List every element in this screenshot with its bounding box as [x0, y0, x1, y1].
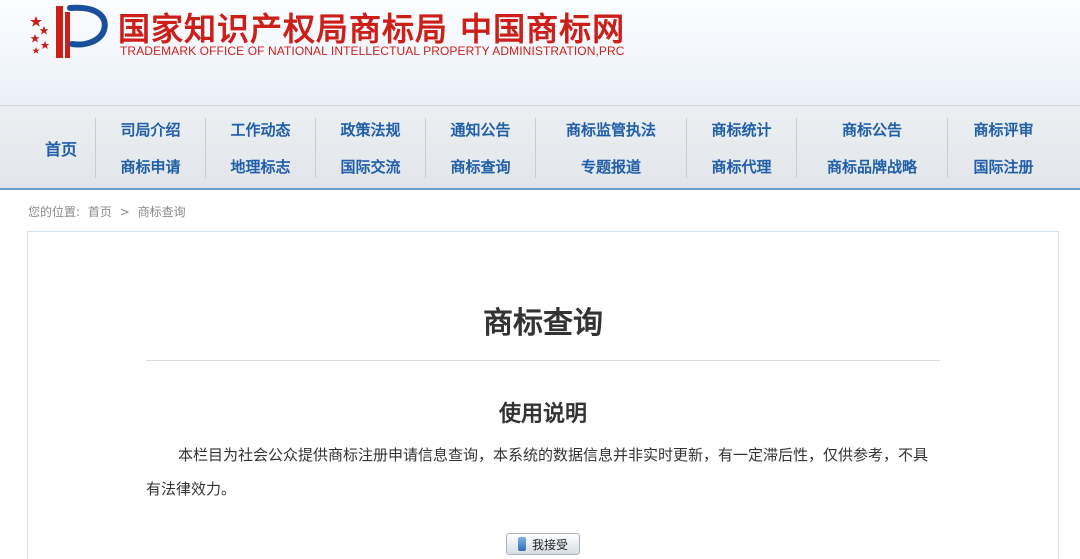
page-title: 商标查询	[483, 306, 603, 341]
nav-column-4: 通知公告 商标查询	[425, 118, 535, 178]
nav-item-international-exchange[interactable]: 国际交流	[340, 155, 400, 178]
site-subtitle: TRADEMARK OFFICE OF NATIONAL INTELLECTUA…	[120, 44, 625, 58]
main-navigation: 首页 司局介绍 商标申请 工作动态 地理标志 政策法规 国际交流 通知公告 商标…	[0, 105, 1080, 190]
nav-item-trademark-application[interactable]: 商标申请	[120, 155, 180, 178]
nav-item-trademark-review[interactable]: 商标评审	[973, 118, 1033, 141]
breadcrumb-prefix: 您的位置:	[28, 205, 81, 219]
nav-item-trademark-search[interactable]: 商标查询	[450, 155, 510, 178]
nav-item-international-registration[interactable]: 国际注册	[973, 155, 1033, 178]
title-divider	[146, 360, 940, 361]
nav-item-trademark-agency[interactable]: 商标代理	[711, 155, 771, 178]
trademark-office-emblem-icon[interactable]	[26, 2, 110, 60]
nav-item-policies-regulations[interactable]: 政策法规	[340, 118, 400, 141]
nav-item-geographical-indications[interactable]: 地理标志	[230, 155, 290, 178]
nav-item-trademark-enforcement[interactable]: 商标监管执法	[566, 118, 656, 141]
breadcrumb-home-link[interactable]: 首页	[88, 205, 112, 219]
nav-item-notices[interactable]: 通知公告	[450, 118, 510, 141]
nav-item-trademark-statistics[interactable]: 商标统计	[711, 118, 771, 141]
usage-instructions-text: 本栏目为社会公众提供商标注册申请信息查询，本系统的数据信息并非实时更新，有一定滞…	[146, 446, 929, 498]
breadcrumb-separator: >	[119, 205, 130, 219]
nav-item-special-reports[interactable]: 专题报道	[581, 155, 641, 178]
nav-column-1: 司局介绍 商标申请	[95, 118, 205, 178]
accept-button[interactable]: 我接受	[506, 533, 580, 555]
accept-button-label: 我接受	[531, 537, 568, 552]
button-bar-icon	[517, 537, 526, 551]
nav-column-8: 商标评审 国际注册	[947, 118, 1059, 178]
breadcrumb: 您的位置: 首页 > 商标查询	[28, 203, 190, 220]
nav-column-5: 商标监管执法 专题报道	[535, 118, 686, 178]
nav-item-trademark-announcements[interactable]: 商标公告	[842, 118, 902, 141]
nav-item-home[interactable]: 首页	[26, 106, 96, 189]
nav-column-3: 政策法规 国际交流	[315, 118, 425, 178]
nav-item-department-intro[interactable]: 司局介绍	[120, 118, 180, 141]
nav-column-2: 工作动态 地理标志	[205, 118, 315, 178]
nav-item-work-news[interactable]: 工作动态	[230, 118, 290, 141]
breadcrumb-current: 商标查询	[137, 205, 186, 219]
content-panel: 商标查询 使用说明 本栏目为社会公众提供商标注册申请信息查询，本系统的数据信息并…	[27, 231, 1059, 559]
site-header: 国家知识产权局商标局 中国商标网 TRADEMARK OFFICE OF NAT…	[0, 0, 1080, 105]
nav-column-6: 商标统计 商标代理	[686, 118, 796, 178]
nav-column-7: 商标公告 商标品牌战略	[796, 118, 947, 178]
usage-instructions-heading: 使用说明	[498, 402, 587, 427]
nav-item-brand-strategy[interactable]: 商标品牌战略	[827, 155, 917, 178]
